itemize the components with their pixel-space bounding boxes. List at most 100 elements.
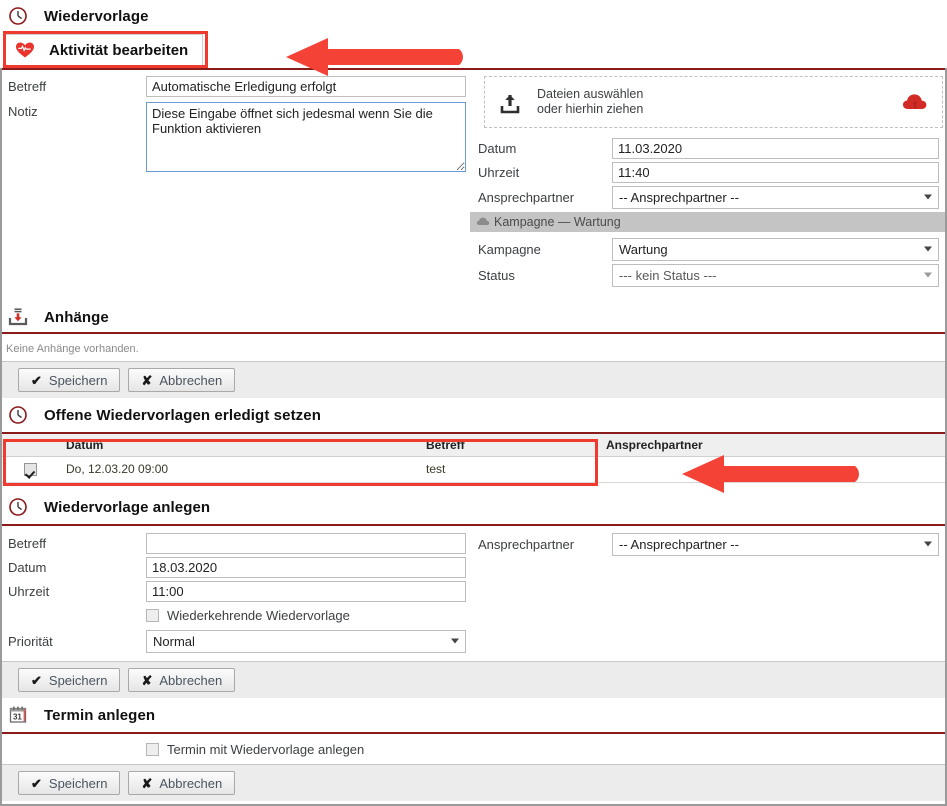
cell-select[interactable] bbox=[0, 456, 60, 483]
anhaenge-button-bar: ✔ Speichern ✘ Abbrechen bbox=[0, 362, 947, 398]
campaign-bar: Kampagne — Wartung bbox=[470, 212, 947, 232]
campaign-icon bbox=[476, 216, 490, 228]
termin-checkbox[interactable] bbox=[146, 742, 159, 756]
betreff-input[interactable] bbox=[146, 75, 466, 97]
col-betreff: Betreff bbox=[420, 434, 600, 457]
cancel-label: Abbrechen bbox=[159, 372, 223, 388]
frame-left-edge bbox=[0, 32, 2, 806]
cancel-button-anhaenge[interactable]: ✘ Abbrechen bbox=[128, 368, 236, 392]
prioritaet-select[interactable]: Normal bbox=[146, 629, 466, 653]
filler-cell-2 bbox=[60, 482, 420, 490]
kampagne-value: Wartung bbox=[619, 241, 668, 257]
cell-datum: Do, 12.03.20 09:00 bbox=[60, 456, 420, 483]
betreff-label: Betreff bbox=[8, 78, 47, 94]
create-followup-left: Betreff Datum Uhrzeit Wiederkehrende Wie… bbox=[0, 531, 470, 655]
row-nf-ansprechpartner: Ansprechpartner -- Ansprechpartner -- bbox=[470, 531, 947, 557]
save-button-anhaenge[interactable]: ✔ Speichern bbox=[18, 368, 121, 392]
nf-uhrzeit-input[interactable] bbox=[146, 580, 466, 602]
inbox-download-icon bbox=[8, 307, 28, 327]
row-kampagne: Kampagne Wartung bbox=[470, 236, 947, 262]
upload-tray-icon bbox=[497, 92, 523, 114]
close-icon: ✘ bbox=[141, 372, 153, 388]
uhrzeit-input[interactable] bbox=[612, 161, 939, 183]
cell-betreff: test bbox=[420, 456, 600, 483]
calendar-31-icon: 31 bbox=[8, 705, 28, 725]
campaign-bar-text: Kampagne — Wartung bbox=[494, 215, 621, 229]
section-title-offene-wiedervorlagen: Offene Wiedervorlagen erledigt setzen bbox=[44, 406, 321, 424]
file-dropzone[interactable]: Dateien auswählen oder hierhin ziehen bbox=[484, 76, 943, 128]
cancel-button-wiedervorlage[interactable]: ✘ Abbrechen bbox=[128, 668, 236, 692]
open-followups-table: Datum Betreff Ansprechpartner Do, 12.03.… bbox=[0, 434, 947, 490]
cancel-label: Abbrechen bbox=[159, 775, 223, 791]
tab-aktivitaet-bearbeiten[interactable]: Aktivität bearbeiten bbox=[4, 34, 204, 66]
save-button-termin[interactable]: ✔ Speichern bbox=[18, 771, 121, 795]
prioritaet-label: Priorität bbox=[8, 633, 53, 649]
chevron-down-icon bbox=[924, 194, 932, 200]
nf-betreff-input[interactable] bbox=[146, 532, 466, 554]
status-select[interactable]: --- kein Status --- bbox=[612, 263, 939, 287]
nf-ansprechpartner-value: -- Ansprechpartner -- bbox=[619, 536, 739, 552]
check-icon: ✔ bbox=[31, 372, 42, 388]
kampagne-label: Kampagne bbox=[478, 241, 541, 257]
anhaenge-empty-text: Keine Anhänge vorhanden. bbox=[6, 343, 139, 355]
row-nf-datum: Datum bbox=[8, 555, 470, 579]
cancel-label: Abbrechen bbox=[159, 672, 223, 688]
svg-text:31: 31 bbox=[13, 712, 22, 721]
row-termin-checkbox: Termin mit Wiedervorlage anlegen bbox=[0, 734, 947, 764]
save-label: Speichern bbox=[48, 672, 108, 688]
section-header-offene-wiedervorlagen: Offene Wiedervorlagen erledigt setzen bbox=[0, 398, 947, 432]
chevron-down-icon bbox=[451, 638, 459, 644]
dropzone-text: Dateien auswählen oder hierhin ziehen bbox=[537, 87, 643, 117]
col-datum: Datum bbox=[60, 434, 420, 457]
save-button-wiedervorlage[interactable]: ✔ Speichern bbox=[18, 668, 121, 692]
recurring-checkbox[interactable] bbox=[146, 608, 159, 622]
clock-icon bbox=[8, 405, 28, 425]
ansprechpartner-label: Ansprechpartner bbox=[478, 189, 575, 205]
col-select bbox=[0, 434, 60, 457]
activity-form: Betreff Notiz Diese Eingabe öffnet sich … bbox=[0, 70, 947, 288]
row-nf-betreff: Betreff bbox=[8, 531, 470, 555]
save-label: Speichern bbox=[48, 372, 108, 388]
section-title-wiedervorlage: Wiedervorlage bbox=[44, 7, 149, 25]
chevron-down-icon bbox=[924, 246, 932, 252]
activity-edit-page: Wiedervorlage Aktivität bearbeiten Betre… bbox=[0, 0, 947, 806]
nf-datum-label: Datum bbox=[8, 559, 47, 575]
dropzone-line1: Dateien auswählen bbox=[537, 87, 644, 101]
create-followup-form: Betreff Datum Uhrzeit Wiederkehrende Wie… bbox=[0, 526, 947, 655]
row-uhrzeit: Uhrzeit bbox=[470, 160, 947, 184]
row-checkbox[interactable] bbox=[23, 463, 37, 477]
datum-input[interactable] bbox=[612, 137, 939, 159]
chevron-down-icon bbox=[924, 541, 932, 547]
filler-cell-3 bbox=[420, 482, 600, 490]
activity-form-right: Dateien auswählen oder hierhin ziehen Da… bbox=[470, 74, 947, 288]
section-title-anhaenge: Anhänge bbox=[44, 308, 109, 326]
close-icon: ✘ bbox=[141, 672, 153, 688]
section-header-anhaenge: Anhänge bbox=[0, 302, 947, 332]
tab-bar: Aktivität bearbeiten bbox=[0, 32, 947, 68]
section-title-termin-anlegen: Termin anlegen bbox=[44, 706, 156, 724]
kampagne-select[interactable]: Wartung bbox=[612, 237, 939, 261]
nf-ansprechpartner-select[interactable]: -- Ansprechpartner -- bbox=[612, 532, 939, 556]
clock-icon bbox=[8, 6, 28, 26]
section-header-wiedervorlage: Wiedervorlage bbox=[0, 0, 947, 32]
nf-betreff-label: Betreff bbox=[8, 535, 47, 551]
filler-cell-1 bbox=[0, 482, 60, 490]
save-label: Speichern bbox=[48, 775, 108, 791]
cancel-button-termin[interactable]: ✘ Abbrechen bbox=[128, 771, 236, 795]
notiz-textarea[interactable]: Diese Eingabe öffnet sich jedesmal wenn … bbox=[146, 102, 466, 172]
row-nf-prioritaet: Priorität Normal bbox=[8, 627, 470, 655]
nf-datum-input[interactable] bbox=[146, 556, 466, 578]
termin-checkbox-label: Termin mit Wiedervorlage anlegen bbox=[167, 741, 365, 757]
ansprechpartner-select[interactable]: -- Ansprechpartner -- bbox=[612, 185, 939, 209]
col-ansprechpartner: Ansprechpartner bbox=[600, 434, 947, 457]
row-notiz: Notiz Diese Eingabe öffnet sich jedesmal… bbox=[8, 102, 470, 172]
section-header-termin-anlegen: 31 Termin anlegen bbox=[0, 698, 947, 732]
row-datum: Datum bbox=[470, 136, 947, 160]
table-row[interactable]: Do, 12.03.20 09:00 test bbox=[0, 456, 947, 483]
heart-pulse-icon bbox=[15, 41, 35, 61]
tab-label: Aktivität bearbeiten bbox=[49, 42, 189, 59]
row-status: Status --- kein Status --- bbox=[470, 262, 947, 288]
cell-ansprechpartner bbox=[600, 456, 947, 483]
close-icon: ✘ bbox=[141, 775, 153, 791]
row-nf-recurring: Wiederkehrende Wiedervorlage bbox=[8, 603, 470, 627]
